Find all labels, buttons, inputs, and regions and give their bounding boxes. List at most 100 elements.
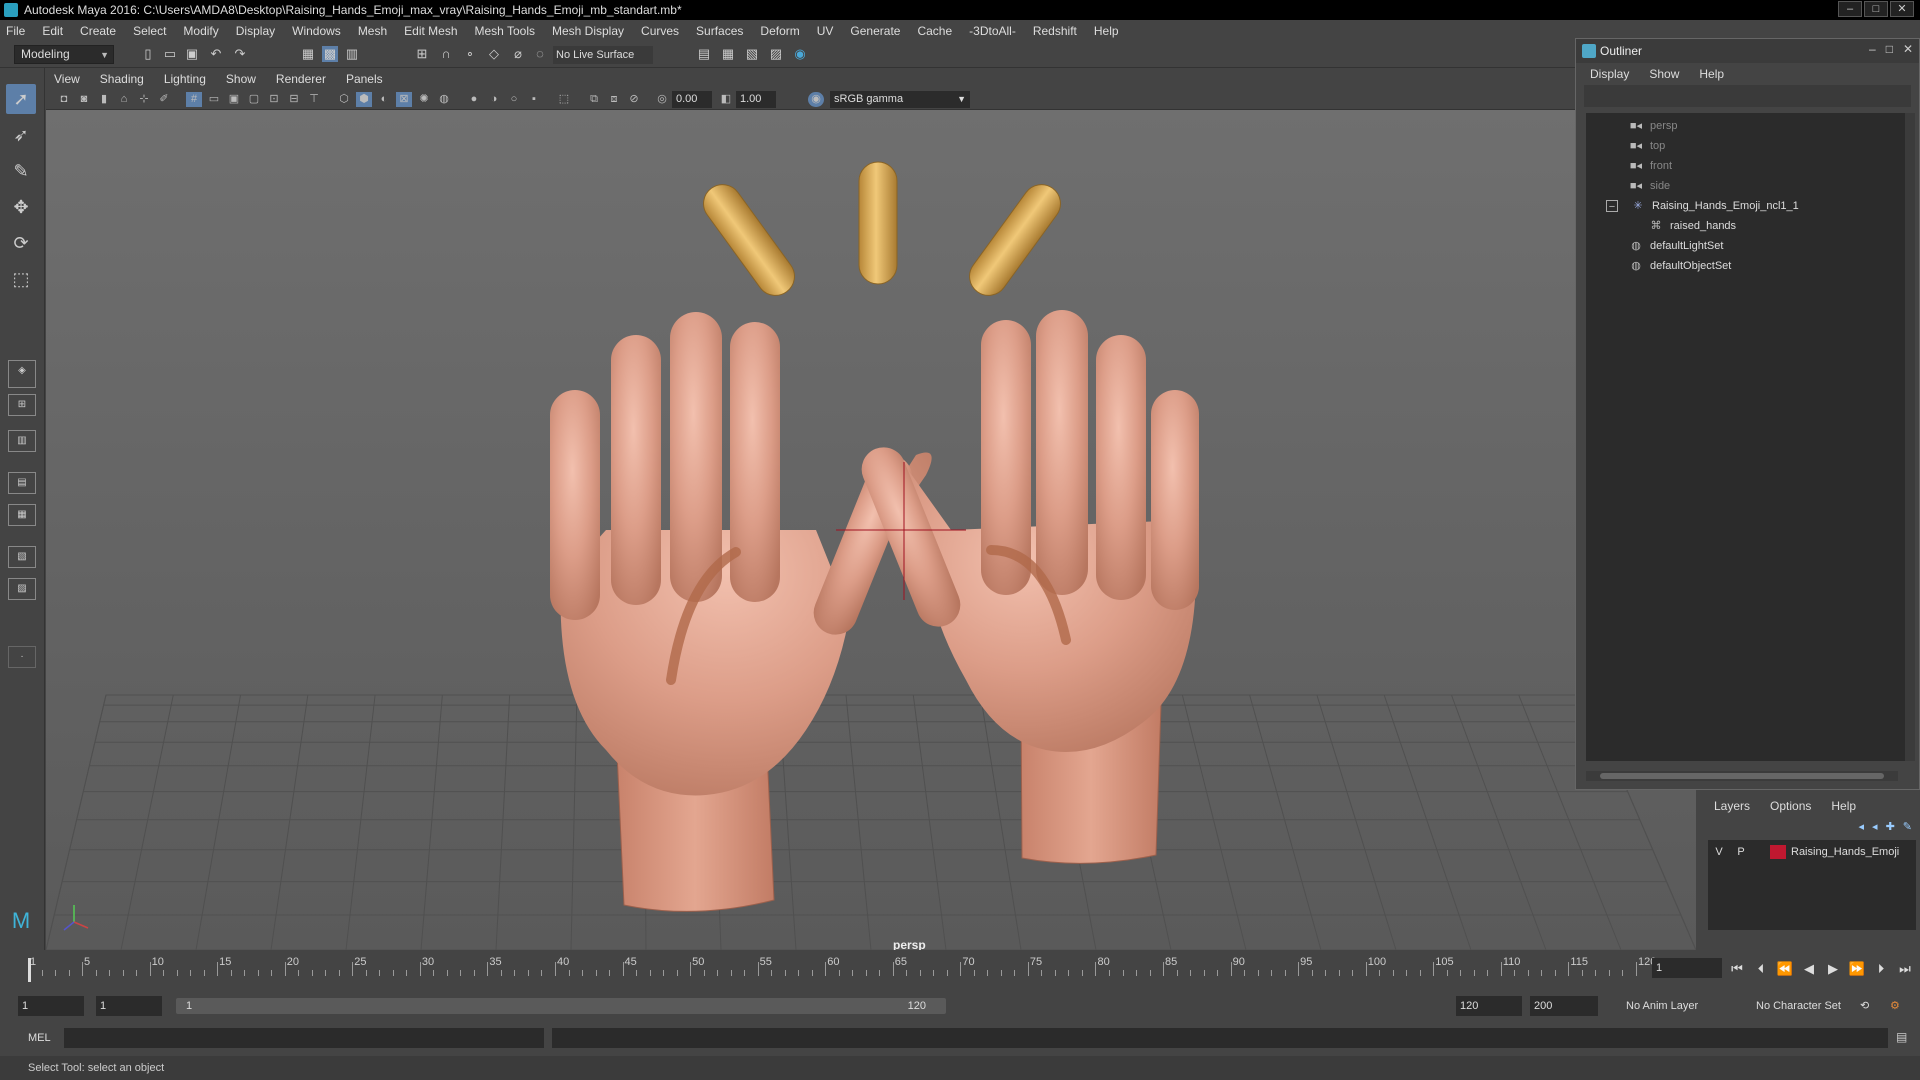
- anim-layer-dropdown[interactable]: No Anim Layer: [1626, 996, 1698, 1016]
- snap-grid-icon[interactable]: ⊞: [414, 46, 430, 62]
- outliner-menu-display[interactable]: Display: [1590, 67, 1629, 81]
- menu-modify[interactable]: Modify: [183, 24, 218, 38]
- panel-menu-lighting[interactable]: Lighting: [164, 72, 206, 86]
- gamma-icon[interactable]: ◧: [718, 92, 734, 107]
- list-item[interactable]: − ✳ Raising_Hands_Emoji_ncl1_1: [1606, 197, 1799, 215]
- menu-mesh-tools[interactable]: Mesh Tools: [475, 24, 535, 38]
- command-input[interactable]: [64, 1028, 544, 1048]
- screen-space-ao-icon[interactable]: ◑: [486, 92, 502, 107]
- outliner-menu-show[interactable]: Show: [1649, 67, 1679, 81]
- shaded-wireframe-icon[interactable]: ⊠: [396, 92, 412, 107]
- paint-select-tool-icon[interactable]: ✎: [6, 156, 36, 186]
- menu-mesh-display[interactable]: Mesh Display: [552, 24, 624, 38]
- range-bar[interactable]: 1 120: [176, 998, 946, 1014]
- gate-mask-icon[interactable]: ▢: [246, 92, 262, 107]
- menu-deform[interactable]: Deform: [760, 24, 799, 38]
- shadows-icon[interactable]: ●: [466, 92, 482, 107]
- menu-mesh[interactable]: Mesh: [358, 24, 387, 38]
- exposure-icon[interactable]: ◎: [654, 92, 670, 107]
- persp-outliner-layout-icon[interactable]: ▥: [8, 430, 36, 452]
- menu-curves[interactable]: Curves: [641, 24, 679, 38]
- persp-hypershade-layout-icon[interactable]: ▦: [8, 504, 36, 526]
- safe-title-icon[interactable]: ⊤: [306, 92, 322, 107]
- textured-icon[interactable]: ✺: [416, 92, 432, 107]
- lasso-tool-icon[interactable]: ➶: [6, 120, 36, 150]
- menu-uv[interactable]: UV: [817, 24, 834, 38]
- script-editor-icon[interactable]: ▤: [1896, 1030, 1907, 1044]
- outliner-minimize-button[interactable]: –: [1869, 42, 1876, 56]
- exposure-field[interactable]: 0.00: [672, 91, 712, 108]
- outliner-close-button[interactable]: ✕: [1903, 42, 1913, 56]
- auto-key-icon[interactable]: ⟲: [1860, 996, 1869, 1016]
- persp-render-layout-icon[interactable]: ▨: [8, 578, 36, 600]
- render-settings-icon[interactable]: ▤: [696, 46, 712, 62]
- list-item[interactable]: ■◂ top: [1628, 137, 1665, 155]
- two-d-pan-zoom-icon[interactable]: ⊹: [136, 92, 152, 107]
- field-chart-icon[interactable]: ⊡: [266, 92, 282, 107]
- list-item[interactable]: ■◂ side: [1628, 177, 1670, 195]
- render-frame-icon[interactable]: ▦: [720, 46, 736, 62]
- list-item[interactable]: ■◂ front: [1628, 157, 1672, 175]
- save-scene-icon[interactable]: ▣: [184, 46, 200, 62]
- menu-generate[interactable]: Generate: [850, 24, 900, 38]
- list-item[interactable]: ⌘ raised_hands: [1648, 217, 1737, 235]
- go-to-end-icon[interactable]: ⏭: [1896, 960, 1914, 978]
- more-layouts-icon[interactable]: ·: [8, 646, 36, 668]
- snap-live-icon[interactable]: ⌀: [510, 46, 526, 62]
- scale-tool-icon[interactable]: ⬚: [6, 264, 36, 294]
- camera-attributes-icon[interactable]: ◙: [76, 92, 92, 107]
- play-forwards-icon[interactable]: ▶: [1824, 960, 1842, 978]
- persp-graph-layout-icon[interactable]: ▤: [8, 472, 36, 494]
- collapse-icon[interactable]: −: [1606, 200, 1618, 213]
- time-slider[interactable]: 1 5 10 15 20 25 30 35 40 45 50 55 60 65 70 75 80 85 90 95 10…: [0, 950, 1920, 988]
- snap-point-icon[interactable]: ∘: [462, 46, 478, 62]
- view-transform-dropdown[interactable]: sRGB gamma: [830, 91, 970, 108]
- close-button[interactable]: ✕: [1890, 1, 1914, 17]
- wireframe-icon[interactable]: ⬡: [336, 92, 352, 107]
- panel-menu-renderer[interactable]: Renderer: [276, 72, 326, 86]
- layer-playback-toggle[interactable]: P: [1730, 846, 1752, 858]
- color-management-icon[interactable]: ◉: [808, 92, 824, 107]
- start-time-field[interactable]: 1: [18, 996, 84, 1016]
- move-tool-icon[interactable]: ✥: [6, 192, 36, 222]
- select-camera-icon[interactable]: ◘: [56, 92, 72, 107]
- rotate-tool-icon[interactable]: ⟳: [6, 228, 36, 258]
- select-tool-icon[interactable]: ➚: [6, 84, 36, 114]
- playback-end-field[interactable]: 120: [1456, 996, 1522, 1016]
- layer-visibility-toggle[interactable]: V: [1708, 846, 1730, 858]
- menu-create[interactable]: Create: [80, 24, 116, 38]
- snap-view-plane-icon[interactable]: ◇: [486, 46, 502, 62]
- panel-menu-shading[interactable]: Shading: [100, 72, 144, 86]
- film-gate-icon[interactable]: ▭: [206, 92, 222, 107]
- safe-action-icon[interactable]: ⊟: [286, 92, 302, 107]
- resolution-gate-icon[interactable]: ▣: [226, 92, 242, 107]
- end-time-field[interactable]: 200: [1530, 996, 1598, 1016]
- script-type-label[interactable]: MEL: [28, 1032, 51, 1044]
- minimize-button[interactable]: –: [1838, 1, 1862, 17]
- outliner-maximize-button[interactable]: □: [1886, 42, 1893, 56]
- outliner-title-bar[interactable]: Outliner – □ ✕: [1576, 39, 1919, 63]
- xray-icon[interactable]: ⧉: [586, 92, 602, 107]
- menu-display[interactable]: Display: [236, 24, 275, 38]
- ipr-render-icon[interactable]: ▧: [744, 46, 760, 62]
- undo-icon[interactable]: ↶: [208, 46, 224, 62]
- bookmarks-icon[interactable]: ▮: [96, 92, 112, 107]
- select-hierarchy-icon[interactable]: ▦: [300, 46, 316, 62]
- panel-menu-view[interactable]: View: [54, 72, 80, 86]
- perspective-viewport[interactable]: persp: [46, 110, 1696, 950]
- move-layer-up-icon[interactable]: ◂: [1859, 820, 1865, 833]
- grease-pencil-icon[interactable]: ✐: [156, 92, 172, 107]
- menu-windows[interactable]: Windows: [292, 24, 341, 38]
- step-forward-key-icon[interactable]: ⏩: [1848, 960, 1866, 978]
- select-object-icon[interactable]: ▩: [322, 46, 338, 62]
- use-all-lights-icon[interactable]: ◍: [436, 92, 452, 107]
- character-set-dropdown[interactable]: No Character Set: [1756, 996, 1841, 1016]
- playback-start-field[interactable]: 1: [96, 996, 162, 1016]
- animation-preferences-icon[interactable]: ⚙: [1890, 996, 1900, 1016]
- outliner-search-field[interactable]: [1584, 85, 1911, 107]
- list-item[interactable]: ◍ defaultObjectSet: [1628, 257, 1731, 275]
- four-view-layout-icon[interactable]: ⊞: [8, 394, 36, 416]
- gamma-field[interactable]: 1.00: [736, 91, 776, 108]
- menu-help[interactable]: Help: [1094, 24, 1119, 38]
- layer-menu-help[interactable]: Help: [1831, 799, 1856, 813]
